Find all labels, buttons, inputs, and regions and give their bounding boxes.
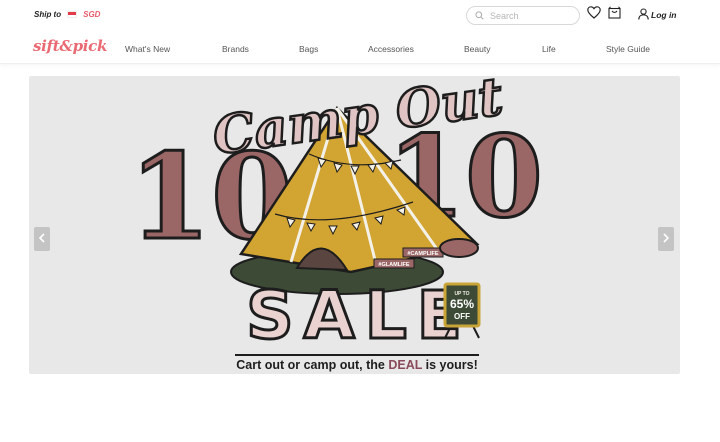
top-bar: Ship to SGD Log in	[0, 0, 720, 32]
ship-to-label: Ship to	[34, 10, 62, 19]
chevron-right-icon	[662, 230, 670, 248]
user-icon	[638, 8, 649, 22]
banner-artwork: 10 10 #GLAMLIFE #CAMPLIFE Camp Out SALE …	[127, 76, 544, 372]
nav-brands[interactable]: Brands	[222, 44, 249, 54]
currency-label: SGD	[83, 10, 101, 19]
nav-beauty[interactable]: Beauty	[464, 44, 490, 54]
banner-tag-glamlife: #GLAMLIFE	[378, 262, 409, 268]
nav-life[interactable]: Life	[542, 44, 556, 54]
search-box[interactable]	[466, 6, 580, 25]
carousel-next-button[interactable]	[658, 227, 674, 251]
bag-icon	[607, 6, 621, 24]
chevron-left-icon	[38, 230, 46, 248]
site-logo[interactable]: sift&pick	[33, 37, 107, 55]
banner-tagline: Cart out or camp out, the DEAL is yours!	[236, 358, 477, 372]
cart-button[interactable]	[607, 6, 621, 24]
singapore-flag-icon	[67, 11, 78, 18]
carousel-prev-button[interactable]	[34, 227, 50, 251]
badge-off: OFF	[454, 312, 470, 321]
banner-sale-text: SALE	[246, 277, 472, 354]
login-label: Log in	[651, 10, 677, 20]
banner-tag-camplife: #CAMPLIFE	[407, 251, 439, 257]
login-link[interactable]: Log in	[638, 8, 677, 22]
nav-accessories[interactable]: Accessories	[368, 44, 414, 54]
search-input[interactable]	[490, 10, 570, 21]
ship-to-selector[interactable]: Ship to SGD	[34, 10, 100, 19]
nav-whats-new[interactable]: What's New	[125, 44, 170, 54]
nav-style-guide[interactable]: Style Guide	[606, 44, 650, 54]
badge-percent: 65%	[450, 297, 474, 311]
heart-icon	[587, 6, 601, 24]
search-icon	[475, 7, 484, 25]
main-nav: sift&pick What's New Brands Bags Accesso…	[0, 32, 720, 64]
wishlist-button[interactable]	[587, 6, 601, 24]
hero-banner[interactable]: 10 10 #GLAMLIFE #CAMPLIFE Camp Out SALE …	[29, 76, 680, 374]
nav-bags[interactable]: Bags	[299, 44, 318, 54]
hat-illustration	[439, 238, 479, 258]
